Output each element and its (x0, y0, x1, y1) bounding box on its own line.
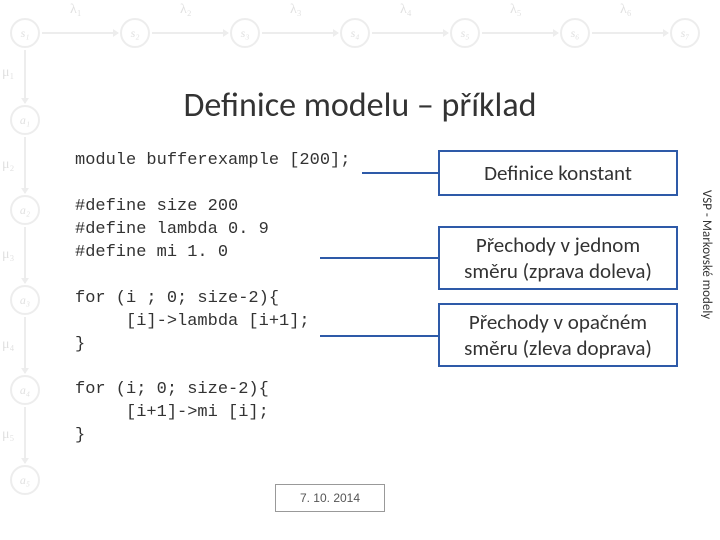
annotation-backward: Přechody v opačném směru (zleva doprava) (438, 303, 678, 367)
code-line: for (i; 0; size-2){ (75, 380, 269, 399)
code-line: } (75, 335, 85, 354)
code-line: #define lambda 0. 9 (75, 220, 269, 239)
annotation-constants: Definice konstant (438, 150, 678, 196)
date-box: 7. 10. 2014 (275, 484, 385, 512)
slide-title: Definice modelu – příklad (0, 85, 720, 126)
code-line: [i+1]->mi [i]; (75, 403, 269, 422)
side-label: VSP - Markovské modely (699, 190, 714, 319)
code-line: [i]->lambda [i+1]; (75, 312, 310, 331)
code-block: module bufferexample [200]; #define size… (75, 150, 350, 448)
connector-line (362, 172, 438, 174)
code-line: for (i ; 0; size-2){ (75, 289, 279, 308)
code-line: module bufferexample [200]; (75, 151, 350, 170)
code-line: #define mi 1. 0 (75, 243, 228, 262)
code-line: #define size 200 (75, 197, 238, 216)
annotation-forward: Přechody v jednom směru (zprava doleva) (438, 226, 678, 290)
connector-line (320, 335, 438, 337)
connector-line (320, 257, 438, 259)
code-line: } (75, 426, 85, 445)
